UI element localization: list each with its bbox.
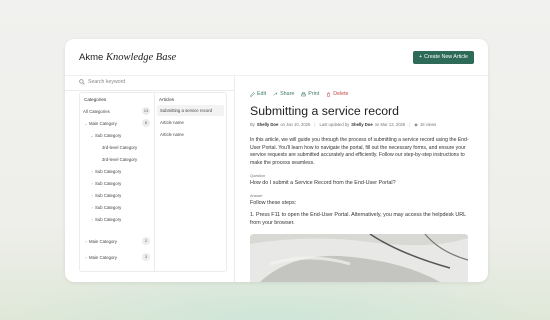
sidebar-divider xyxy=(234,75,235,282)
meta-views: 18 views xyxy=(419,122,437,127)
category-count-badge: 8 xyxy=(142,119,150,127)
category-label: Main Category xyxy=(89,254,117,260)
create-article-button[interactable]: + Create New Article xyxy=(413,51,474,64)
category-label: All Categories xyxy=(83,108,110,114)
article-toolbar: Edit Share Print Delete xyxy=(250,89,349,99)
article-image-graphic xyxy=(250,234,468,282)
article-item-label: Article name xyxy=(160,120,184,125)
category-sub[interactable]: ⌄ Sub Category xyxy=(89,130,164,140)
article-item[interactable]: Article name xyxy=(157,129,224,140)
trash-icon xyxy=(327,91,331,97)
article-item-label: Submitting a service record xyxy=(160,108,213,113)
search-icon xyxy=(79,79,85,85)
meta-separator: | xyxy=(314,122,316,127)
share-icon xyxy=(273,91,278,96)
plus-icon: + xyxy=(419,54,423,60)
meta-separator: | xyxy=(409,122,411,127)
category-label: Sub Category xyxy=(95,132,122,138)
eye-icon: ◉ xyxy=(414,122,418,127)
category-all[interactable]: All Categories 13 xyxy=(83,106,158,116)
meta-by: By xyxy=(250,122,255,127)
category-sub[interactable]: › Sub Category xyxy=(89,178,164,188)
print-label: Print xyxy=(308,91,320,97)
category-panel: Categories All Categories 13 ⌄ Main Cate… xyxy=(79,92,227,272)
article-intro: In this article, we will guide you throu… xyxy=(250,137,469,166)
delete-button[interactable]: Delete xyxy=(326,91,349,97)
create-article-label: Create New Article xyxy=(424,54,468,60)
category-main[interactable]: › Main Category 3 xyxy=(83,252,158,262)
article-meta: By Shelly Doe on Jan 10, 2025 | Last upd… xyxy=(250,122,436,127)
categories-header: Categories xyxy=(84,97,107,102)
edit-label: Edit xyxy=(257,91,267,97)
question-text: How do I submit a Service Record from th… xyxy=(250,180,396,186)
answer-step-1: 1. Press F11 to open the End-User Portal… xyxy=(250,212,466,226)
answer-label: Answer xyxy=(250,194,263,198)
category-label: Sub Category xyxy=(95,180,122,186)
edit-button[interactable]: Edit xyxy=(250,91,266,97)
category-main[interactable]: › Main Category 2 xyxy=(83,236,158,246)
meta-updated-date: on Mar 13, 2025 xyxy=(374,122,406,127)
category-label: 3rd-level Category xyxy=(102,156,138,162)
article-item-active[interactable]: Submitting a service record xyxy=(157,105,224,116)
category-sub[interactable]: › Sub Category xyxy=(89,214,164,224)
brand-subtitle: Knowledge Base xyxy=(105,52,177,63)
share-label: Share xyxy=(280,91,295,97)
meta-created-date: on Jan 10, 2025 xyxy=(280,122,311,127)
category-count-badge: 3 xyxy=(142,253,150,261)
share-button[interactable]: Share xyxy=(273,91,294,97)
search-placeholder: Search keyword xyxy=(88,79,126,85)
category-main[interactable]: ⌄ Main Category 8 xyxy=(83,118,158,128)
article-item-label: Article name xyxy=(160,132,184,137)
meta-updater[interactable]: Shelly Doe xyxy=(351,122,372,127)
category-sub[interactable]: › Sub Category xyxy=(89,202,164,212)
category-label: Sub Category xyxy=(95,204,122,210)
pencil-icon xyxy=(250,91,255,97)
category-sub[interactable]: › Sub Category xyxy=(89,190,164,200)
category-label: Sub Category xyxy=(95,168,122,174)
category-count-badge: 13 xyxy=(142,107,150,115)
category-label: Main Category xyxy=(89,238,117,244)
meta-author[interactable]: Shelly Doe xyxy=(257,122,278,127)
article-item[interactable]: Article name xyxy=(157,117,224,128)
brand-logo: Akme Knowledge Base xyxy=(79,52,176,63)
category-label: Sub Category xyxy=(95,192,122,198)
search-input[interactable]: Search keyword xyxy=(79,75,229,89)
article-title: Submitting a service record xyxy=(250,104,399,118)
category-sub[interactable]: › Sub Category xyxy=(89,166,164,176)
article-image xyxy=(250,234,468,282)
search-divider xyxy=(65,90,234,91)
category-count-badge: 2 xyxy=(142,237,150,245)
category-label: Sub Category xyxy=(95,216,122,222)
print-button[interactable]: Print xyxy=(301,91,319,97)
question-label: Question xyxy=(250,174,266,178)
header: Akme Knowledge Base + Create New Article xyxy=(65,39,488,75)
brand-name: Akme xyxy=(79,52,104,63)
printer-icon xyxy=(301,91,307,96)
articles-column: Articles Submitting a service record Art… xyxy=(155,93,226,271)
meta-updated-label: Last updated by xyxy=(319,122,350,127)
category-label: 3rd-level Category xyxy=(102,144,138,150)
answer-intro: Follow these steps: xyxy=(250,200,297,206)
categories-column: Categories All Categories 13 ⌄ Main Cate… xyxy=(80,93,155,271)
category-label: Main Category xyxy=(89,120,117,126)
delete-label: Delete xyxy=(333,91,349,97)
